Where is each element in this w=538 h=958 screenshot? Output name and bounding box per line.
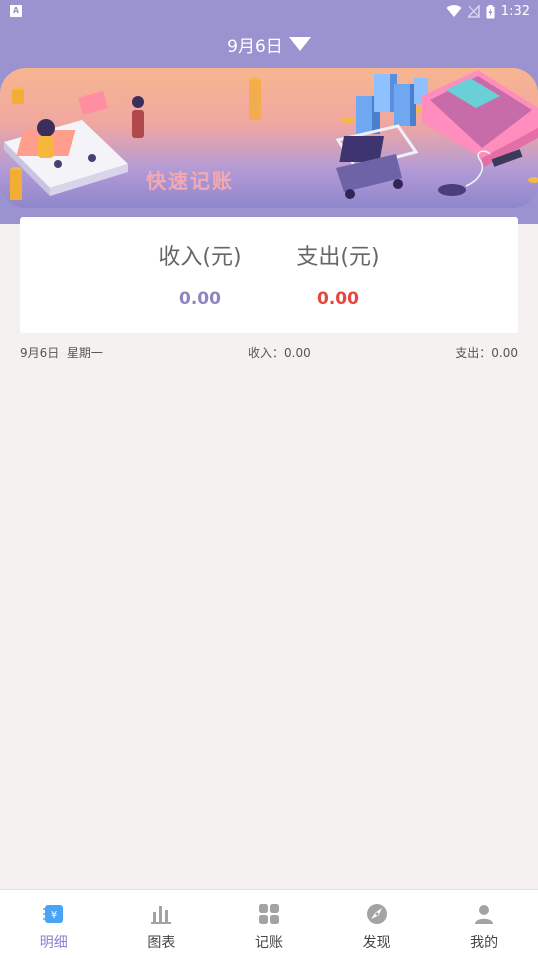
tab-label: 图表 <box>147 935 176 951</box>
bar-buildings-illustration <box>356 74 428 134</box>
date-selector[interactable]: 9月6日 <box>0 32 538 57</box>
chart-icon <box>149 902 173 926</box>
income-label: 收入(元) <box>158 245 242 270</box>
notification-badge-icon: A <box>10 5 22 17</box>
no-signal-icon <box>467 5 480 18</box>
profile-icon <box>472 902 496 926</box>
tab-profile[interactable]: 我的 <box>430 890 538 958</box>
banner-illustration <box>4 70 538 200</box>
expense-value: 0.00 <box>317 289 359 309</box>
tab-label: 发现 <box>362 935 391 951</box>
expense-summary: 支出(元) 0.00 <box>268 239 408 309</box>
date-label: 9月6日 <box>227 37 283 57</box>
banner-title: 快速记账 <box>146 169 234 193</box>
status-time: 1:32 <box>500 4 530 19</box>
tab-label: 明细 <box>39 935 68 951</box>
tab-discover[interactable]: 发现 <box>323 890 431 958</box>
battery-icon <box>486 4 495 18</box>
status-icons: 1:32 <box>446 4 530 19</box>
banner[interactable]: 快速记账 <box>0 68 538 208</box>
day-date-weekday: 9月6日 星期一 <box>20 346 103 360</box>
expense-label: 支出(元) <box>296 245 380 270</box>
wifi-icon <box>446 5 462 18</box>
income-summary: 收入(元) 0.00 <box>130 239 270 309</box>
laptop-shop-illustration <box>422 70 538 168</box>
phone-illustration <box>4 91 144 196</box>
discover-icon <box>365 902 389 926</box>
tab-label: 我的 <box>470 935 499 951</box>
tab-detail[interactable]: ¥ 明细 <box>0 890 108 958</box>
tab-label: 记账 <box>254 935 283 951</box>
income-value: 0.00 <box>179 289 221 309</box>
dropdown-triangle-icon <box>288 36 311 51</box>
day-income: 收入：0.00 <box>248 346 311 360</box>
detail-icon: ¥ <box>42 902 66 926</box>
tab-record[interactable]: 记账 <box>215 890 323 958</box>
status-bar: A 1:32 <box>0 0 538 24</box>
record-icon <box>257 902 281 926</box>
svg-text:¥: ¥ <box>51 910 57 921</box>
day-expense: 支出：0.00 <box>455 346 518 360</box>
summary-card: 收入(元) 0.00 支出(元) 0.00 <box>20 217 518 333</box>
tab-chart[interactable]: 图表 <box>108 890 216 958</box>
bottom-tab-bar: ¥ 明细 图表 记账 发现 我的 <box>0 889 538 958</box>
day-summary-row[interactable]: 9月6日 星期一 收入：0.00 支出：0.00 <box>20 344 518 360</box>
header: 9月6日 快速记账 <box>0 24 538 224</box>
